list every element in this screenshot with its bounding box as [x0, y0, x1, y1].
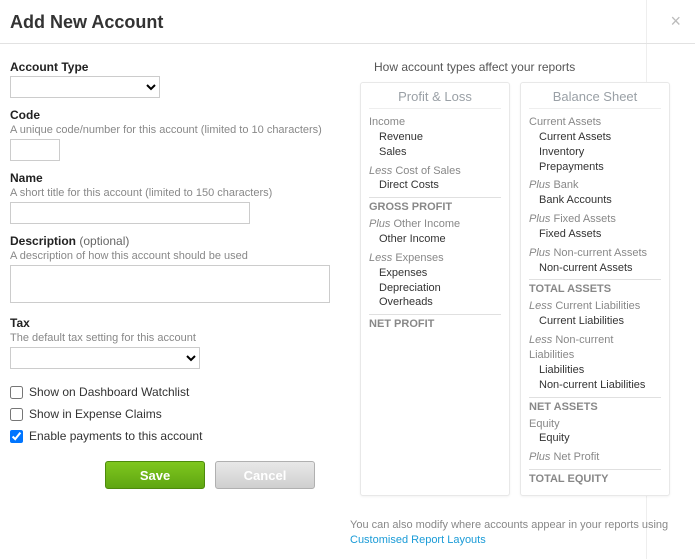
name-input[interactable] [10, 202, 250, 224]
bs-ca-item: Inventory [529, 145, 661, 160]
name-label: Name [10, 171, 340, 185]
bs-eq-label: Equity [529, 417, 661, 432]
dashboard-checkbox[interactable] [10, 386, 23, 399]
bs-ncl-item: Non-current Liabilities [529, 378, 661, 393]
pl-otherinc-item: Other Income [369, 232, 501, 247]
code-input[interactable] [10, 139, 60, 161]
pl-otherinc-label: Plus Other Income [369, 217, 501, 232]
bs-ca-item: Current Assets [529, 130, 661, 145]
bs-fa-item: Fixed Assets [529, 227, 661, 242]
bs-nca-label: Plus Non-current Assets [529, 246, 661, 261]
dashboard-check-label: Show on Dashboard Watchlist [29, 385, 189, 399]
bs-bank-label: Plus Bank [529, 178, 661, 193]
payments-checkbox[interactable] [10, 430, 23, 443]
expense-check-row[interactable]: Show in Expense Claims [10, 407, 340, 421]
bs-ca-label: Current Assets [529, 115, 661, 130]
pl-exp-item: Depreciation [369, 281, 501, 296]
bs-ncl-item: Liabilities [529, 363, 661, 378]
form-column: Account Type Code A unique code/number f… [10, 60, 340, 549]
description-hint: A description of how this account should… [10, 250, 340, 262]
bs-ncl-label: Less Non-current Liabilities [529, 333, 661, 363]
pl-income-label: Income [369, 115, 501, 130]
cancel-button[interactable]: Cancel [215, 461, 315, 489]
bs-eq-item: Equity [529, 431, 661, 446]
bs-total-assets: TOTAL ASSETS [529, 279, 661, 295]
code-hint: A unique code/number for this account (l… [10, 124, 340, 136]
bs-bank-item: Bank Accounts [529, 193, 661, 208]
profit-loss-panel: Profit & Loss Income Revenue Sales Less … [360, 82, 510, 496]
footnote: You can also modify where accounts appea… [350, 518, 685, 549]
description-label: Description (optional) [10, 234, 340, 248]
reports-column: How account types affect your reports Pr… [350, 60, 685, 549]
pl-exp-item: Overheads [369, 295, 501, 310]
close-icon[interactable]: × [670, 12, 681, 30]
payments-check-label: Enable payments to this account [29, 429, 202, 443]
bs-cl-label: Less Current Liabilities [529, 299, 661, 314]
customised-report-link[interactable]: Customised Report Layouts [350, 534, 486, 546]
save-button[interactable]: Save [105, 461, 205, 489]
pl-cos-label: Less Cost of Sales [369, 164, 501, 179]
tax-hint: The default tax setting for this account [10, 332, 340, 344]
pl-gross-profit: GROSS PROFIT [369, 197, 501, 213]
profit-loss-title: Profit & Loss [369, 89, 501, 109]
bs-fa-label: Plus Fixed Assets [529, 212, 661, 227]
bs-ca-item: Prepayments [529, 160, 661, 175]
description-label-text: Description [10, 234, 76, 248]
code-label: Code [10, 108, 340, 122]
tax-select[interactable] [10, 347, 200, 369]
balance-sheet-panel: Balance Sheet Current Assets Current Ass… [520, 82, 670, 496]
pl-cos-item: Direct Costs [369, 178, 501, 193]
dashboard-check-row[interactable]: Show on Dashboard Watchlist [10, 385, 340, 399]
bs-total-equity: TOTAL EQUITY [529, 469, 661, 485]
bs-cl-item: Current Liabilities [529, 314, 661, 329]
expense-check-label: Show in Expense Claims [29, 407, 162, 421]
tax-label: Tax [10, 316, 340, 330]
pl-exp-label: Less Expenses [369, 251, 501, 266]
modal-header: Add New Account × [0, 0, 695, 44]
reports-heading: How account types affect your reports [374, 60, 685, 74]
expense-checkbox[interactable] [10, 408, 23, 421]
payments-check-row[interactable]: Enable payments to this account [10, 429, 340, 443]
pl-net-profit: NET PROFIT [369, 314, 501, 330]
pl-exp-item: Expenses [369, 266, 501, 281]
description-optional: (optional) [79, 234, 129, 248]
bs-net-assets: NET ASSETS [529, 397, 661, 413]
balance-sheet-title: Balance Sheet [529, 89, 661, 109]
name-hint: A short title for this account (limited … [10, 187, 340, 199]
description-input[interactable] [10, 265, 330, 303]
bs-nca-item: Non-current Assets [529, 261, 661, 276]
account-type-label: Account Type [10, 60, 340, 74]
footnote-text: You can also modify where accounts appea… [350, 519, 668, 531]
account-type-select[interactable] [10, 76, 160, 98]
add-account-modal: Add New Account × Account Type Code A un… [0, 0, 695, 559]
pl-income-item: Sales [369, 145, 501, 160]
pl-income-item: Revenue [369, 130, 501, 145]
bs-plus-netprofit: Plus Net Profit [529, 450, 661, 465]
modal-title: Add New Account [10, 12, 677, 33]
